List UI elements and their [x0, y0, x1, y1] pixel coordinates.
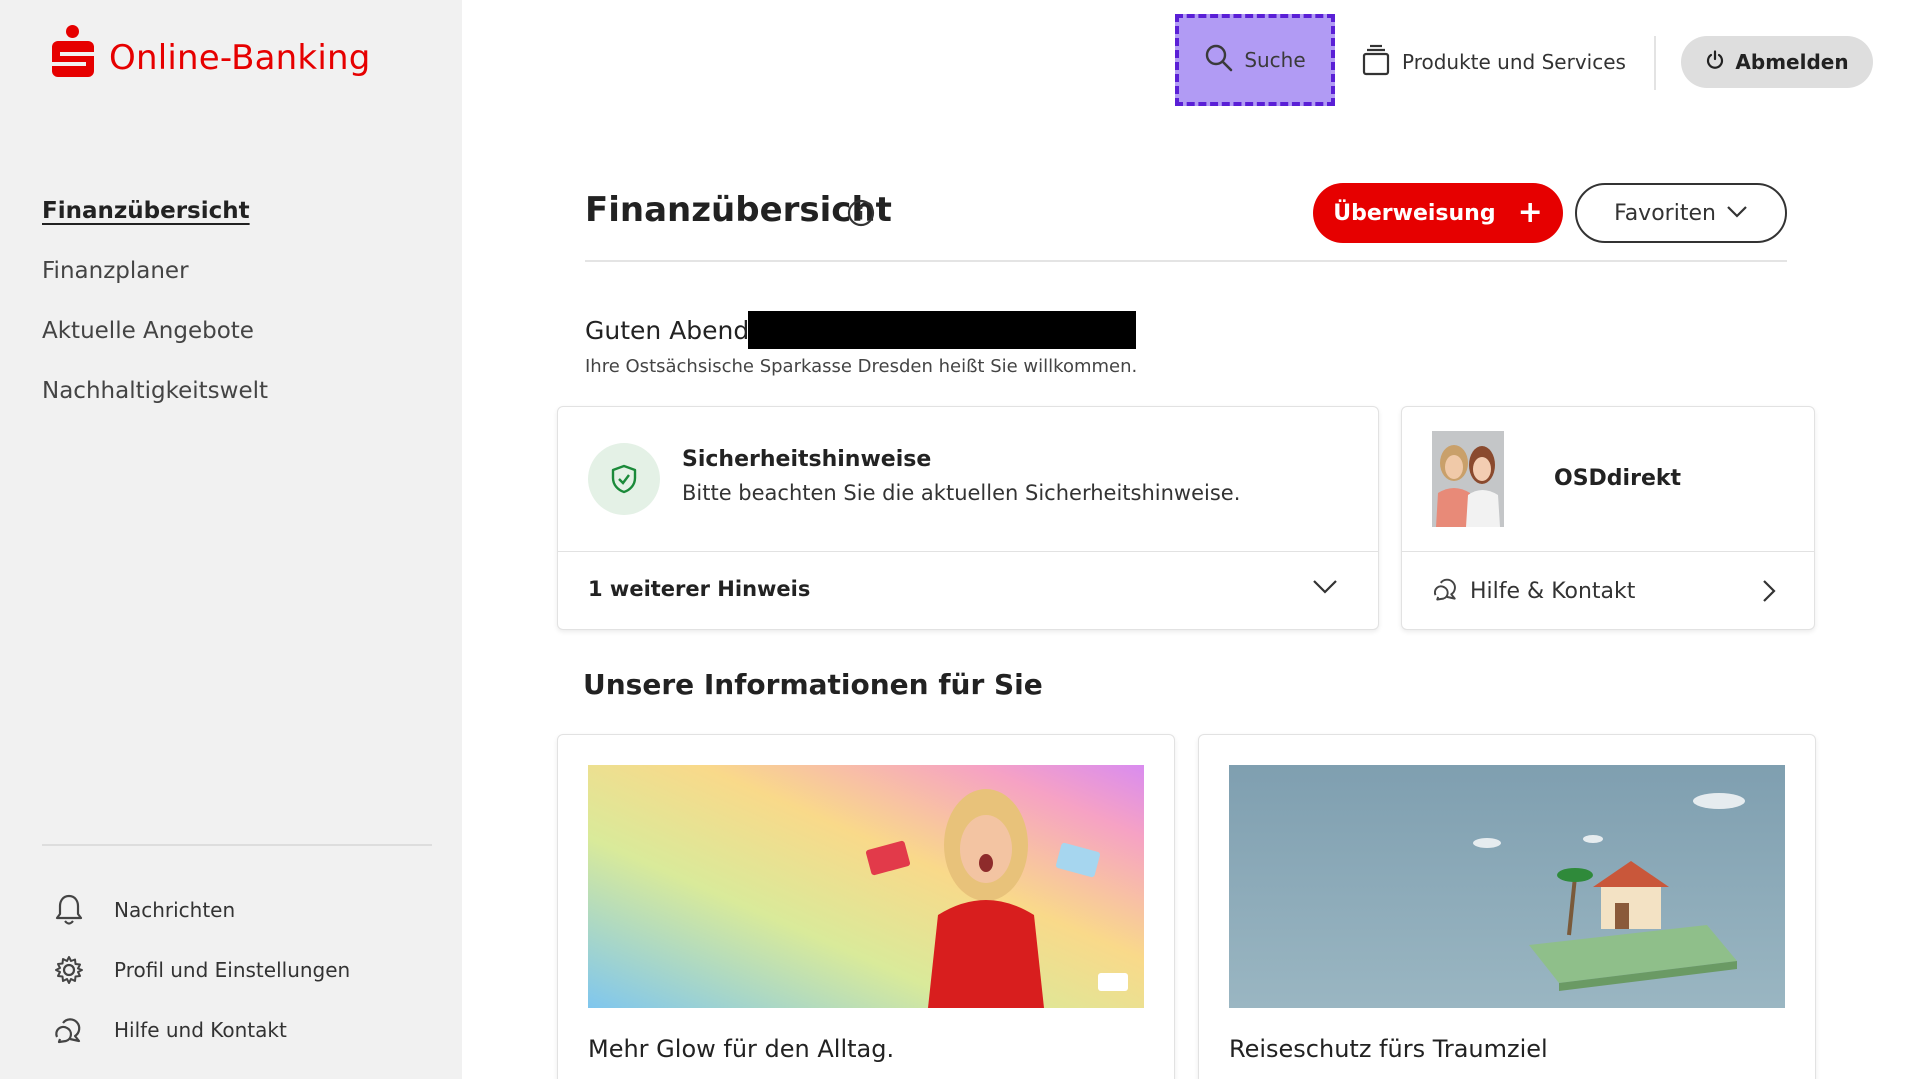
products-services-label: Produkte und Services	[1402, 50, 1626, 74]
chevron-down-icon	[1716, 204, 1748, 223]
osddirekt-card: OSDdirekt Hilfe & Kontakt	[1401, 406, 1815, 630]
products-services-button[interactable]: Produkte und Services	[1362, 44, 1626, 80]
sidebar-divider	[42, 844, 432, 846]
redacted-user-name	[748, 311, 1136, 349]
greeting-text: Guten Abend	[585, 316, 750, 345]
topbar-divider	[1654, 36, 1656, 90]
chat-help-icon	[50, 1011, 88, 1049]
shield-check-icon	[588, 443, 660, 515]
stack-icon	[1362, 44, 1390, 80]
sidebar-item-label: Nachrichten	[114, 898, 236, 922]
help-contact-label: Hilfe & Kontakt	[1470, 578, 1636, 604]
nav-item-finanzplaner[interactable]: Finanzplaner	[42, 252, 268, 312]
sidebar-item-hilfe[interactable]: Hilfe und Kontakt	[50, 1000, 350, 1060]
promo-card-glow[interactable]: Mehr Glow für den Alltag.	[557, 734, 1175, 1079]
more-notices-toggle[interactable]: 1 weiterer Hinweis	[588, 577, 810, 601]
search-label: Suche	[1244, 48, 1306, 72]
promo-card-travel[interactable]: Reiseschutz fürs Traumziel	[1198, 734, 1816, 1079]
chevron-down-icon[interactable]	[1312, 579, 1338, 599]
card-divider	[1402, 551, 1814, 552]
info-section-title: Unsere Informationen für Sie	[583, 668, 1043, 701]
sparkasse-logo-icon	[52, 25, 94, 77]
logout-label: Abmelden	[1735, 50, 1849, 74]
logout-button[interactable]: Abmelden	[1681, 36, 1873, 88]
help-contact-link[interactable]: Hilfe & Kontakt	[1432, 575, 1635, 607]
welcome-text: Ihre Ostsächsische Sparkasse Dresden hei…	[585, 356, 1138, 377]
security-notice-card: Sicherheitshinweise Bitte beachten Sie d…	[557, 406, 1379, 630]
security-title: Sicherheitshinweise	[682, 447, 932, 472]
favorites-label: Favoriten	[1614, 200, 1716, 226]
power-icon	[1705, 50, 1725, 74]
main-nav: Finanzübersicht Finanzplaner Aktuelle An…	[42, 192, 268, 432]
sidebar-item-label: Hilfe und Kontakt	[114, 1018, 287, 1042]
search-icon	[1204, 43, 1234, 77]
nav-item-aktuelle-angebote[interactable]: Aktuelle Angebote	[42, 312, 268, 372]
search-button[interactable]: Suche	[1175, 14, 1335, 106]
nav-item-nachhaltigkeitswelt[interactable]: Nachhaltigkeitswelt	[42, 372, 268, 432]
sidebar: Online-Banking Finanzübersicht Finanzpla…	[0, 0, 462, 1079]
bell-icon	[50, 891, 88, 929]
advisor-photo	[1432, 431, 1504, 527]
sidebar-item-nachrichten[interactable]: Nachrichten	[50, 880, 350, 940]
sidebar-bottom-menu: Nachrichten Profil und Einstellungen Hil…	[50, 880, 350, 1060]
promo-caption: Mehr Glow für den Alltag.	[588, 1035, 895, 1063]
promo-image-glow	[588, 765, 1144, 1008]
transfer-button[interactable]: Überweisung +	[1313, 183, 1563, 243]
nav-item-finanzuebersicht[interactable]: Finanzübersicht	[42, 192, 268, 252]
chevron-right-icon[interactable]	[1762, 579, 1776, 607]
favorites-dropdown[interactable]: Favoriten	[1575, 183, 1787, 243]
brand-logo[interactable]: Online-Banking	[52, 24, 371, 78]
transfer-label: Überweisung	[1333, 200, 1496, 226]
header-divider	[585, 260, 1787, 262]
sidebar-item-profil[interactable]: Profil und Einstellungen	[50, 940, 350, 1000]
promo-image-travel	[1229, 765, 1785, 1008]
osddirekt-name: OSDdirekt	[1554, 466, 1682, 491]
info-icon[interactable]	[846, 198, 876, 232]
brand-name: Online-Banking	[109, 38, 371, 78]
card-divider	[558, 551, 1378, 552]
sidebar-item-label: Profil und Einstellungen	[114, 958, 351, 982]
gear-icon	[50, 951, 88, 989]
promo-caption: Reiseschutz fürs Traumziel	[1229, 1035, 1548, 1063]
security-text: Bitte beachten Sie die aktuellen Sicherh…	[682, 481, 1241, 505]
plus-icon: +	[1517, 195, 1543, 230]
chat-help-icon	[1432, 575, 1460, 607]
